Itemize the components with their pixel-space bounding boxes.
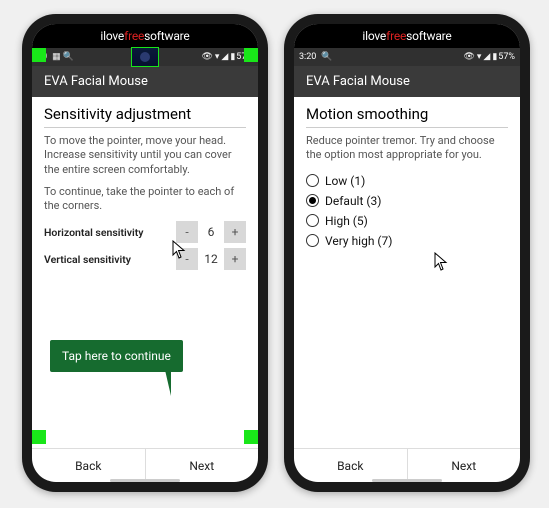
vertical-sensitivity-stepper: - 12 + <box>176 248 246 270</box>
radio-label: Low (1) <box>325 174 365 188</box>
brand-suffix: software <box>406 29 451 43</box>
brand-highlight: free <box>124 29 144 43</box>
continue-tooltip[interactable]: Tap here to continue <box>50 340 183 372</box>
radio-high[interactable]: High (5) <box>306 211 508 231</box>
eye-icon: 👁 <box>201 52 212 62</box>
h-plus-button[interactable]: + <box>224 221 246 243</box>
back-button[interactable]: Back <box>294 449 407 482</box>
brand-suffix: software <box>144 29 189 43</box>
search-icon: 🔍 <box>63 52 74 62</box>
radio-icon <box>306 234 319 247</box>
brand-bar: ilovefreesoftware <box>32 24 258 48</box>
battery-icon: ▮ <box>230 52 235 62</box>
phone-frame-right: ilovefreesoftware 3:20 🔍 👁 ▾ ◢ ▮ 57% EVA… <box>284 14 530 492</box>
app-title: EVA Facial Mouse <box>306 74 410 89</box>
app-bar: EVA Facial Mouse <box>294 66 520 97</box>
next-button[interactable]: Next <box>145 449 259 482</box>
corner-marker-br[interactable] <box>244 430 258 444</box>
corner-marker-tl[interactable] <box>32 48 46 62</box>
nav-pill[interactable] <box>110 479 180 482</box>
radio-label: Default (3) <box>325 194 381 208</box>
phone-screen-right: ilovefreesoftware 3:20 🔍 👁 ▾ ◢ ▮ 57% EVA… <box>294 24 520 482</box>
radio-label: High (5) <box>325 214 368 228</box>
page-heading: Motion smoothing <box>306 105 508 128</box>
radio-low[interactable]: Low (1) <box>306 171 508 191</box>
signal-icon: ◢ <box>483 52 490 62</box>
page-heading: Sensitivity adjustment <box>44 105 246 128</box>
status-time: 3:20 <box>299 52 316 62</box>
h-value: 6 <box>198 221 224 243</box>
vertical-sensitivity-row: Vertical sensitivity - 12 + <box>44 248 246 270</box>
smoothing-radio-group: Low (1) Default (3) High (5) Very high (… <box>306 171 508 251</box>
vertical-sensitivity-label: Vertical sensitivity <box>44 253 176 266</box>
phone-frame-left: ilovefreesoftware 20 ▦ 🔍 👁 ▾ ◢ ▮ 57% EVA… <box>22 14 268 492</box>
horizontal-sensitivity-label: Horizontal sensitivity <box>44 226 176 239</box>
nav-pill[interactable] <box>372 479 442 482</box>
brand-bar: ilovefreesoftware <box>294 24 520 48</box>
v-value: 12 <box>198 248 224 270</box>
description-2: To continue, take the pointer to each of… <box>44 185 246 214</box>
horizontal-sensitivity-stepper: - 6 + <box>176 221 246 243</box>
v-minus-button[interactable]: - <box>176 248 198 270</box>
brand-prefix: ilove <box>100 29 124 43</box>
radio-icon <box>306 214 319 227</box>
eye-icon: 👁 <box>463 52 474 62</box>
tooltip-text: Tap here to continue <box>62 349 171 363</box>
status-bar: 3:20 🔍 👁 ▾ ◢ ▮ 57% <box>294 48 520 66</box>
content-area: Sensitivity adjustment To move the point… <box>32 97 258 448</box>
search-icon: 🔍 <box>321 52 332 62</box>
app-icon: ▦ <box>52 52 61 62</box>
signal-icon: ◢ <box>221 52 228 62</box>
corner-marker-tr[interactable] <box>244 48 258 62</box>
description-1: To move the pointer, move your head. Inc… <box>44 134 246 177</box>
app-title: EVA Facial Mouse <box>44 74 148 89</box>
wifi-icon: ▾ <box>215 52 220 62</box>
radio-icon <box>306 194 319 207</box>
footer-bar: Back Next <box>294 448 520 482</box>
content-area: Motion smoothing Reduce pointer tremor. … <box>294 97 520 448</box>
next-button[interactable]: Next <box>407 449 521 482</box>
back-button[interactable]: Back <box>32 449 145 482</box>
radio-very-high[interactable]: Very high (7) <box>306 231 508 251</box>
brand-prefix: ilove <box>362 29 386 43</box>
corner-marker-bl[interactable] <box>32 430 46 444</box>
app-bar: EVA Facial Mouse <box>32 66 258 97</box>
camera-preview <box>131 47 159 67</box>
brand-highlight: free <box>386 29 406 43</box>
phone-screen-left: ilovefreesoftware 20 ▦ 🔍 👁 ▾ ◢ ▮ 57% EVA… <box>32 24 258 482</box>
v-plus-button[interactable]: + <box>224 248 246 270</box>
radio-default[interactable]: Default (3) <box>306 191 508 211</box>
wifi-icon: ▾ <box>477 52 482 62</box>
horizontal-sensitivity-row: Horizontal sensitivity - 6 + <box>44 221 246 243</box>
radio-label: Very high (7) <box>325 234 392 248</box>
h-minus-button[interactable]: - <box>176 221 198 243</box>
battery-percent: 57% <box>498 52 515 62</box>
battery-icon: ▮ <box>492 52 497 62</box>
radio-icon <box>306 174 319 187</box>
description-1: Reduce pointer tremor. Try and choose th… <box>306 134 508 163</box>
footer-bar: Back Next <box>32 448 258 482</box>
